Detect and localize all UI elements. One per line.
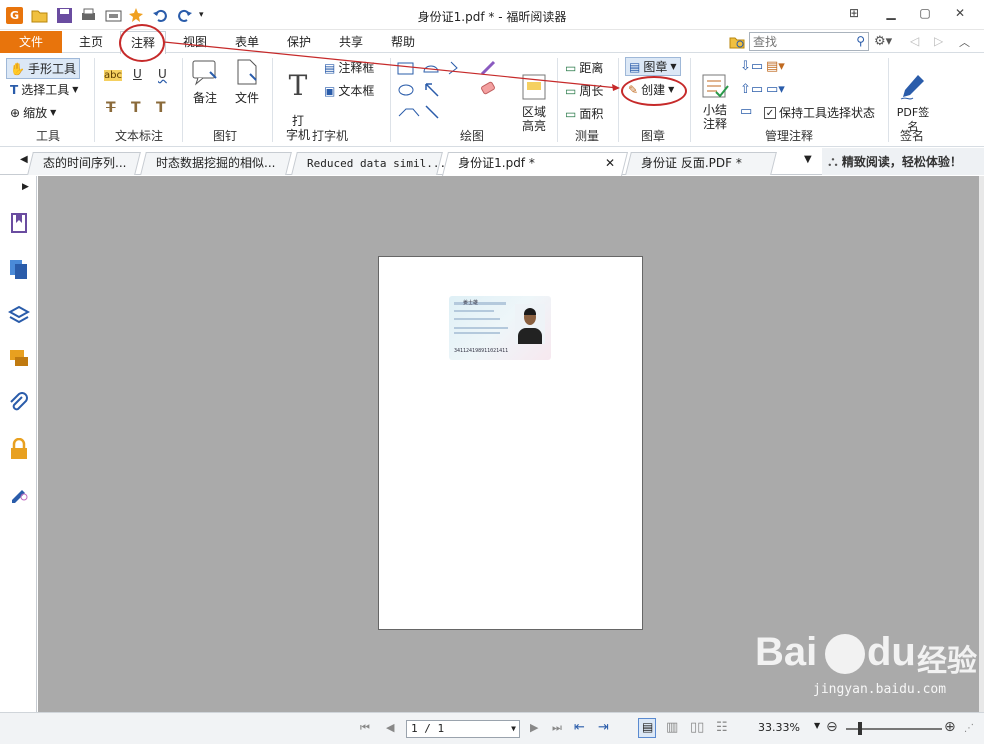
- page-number-field[interactable]: 1 / 1 ▼: [406, 720, 520, 738]
- watermark-jingyan: 经验: [917, 644, 977, 679]
- page-dropdown-icon[interactable]: ▼: [511, 721, 516, 737]
- next-page-icon[interactable]: ▶: [530, 721, 538, 734]
- single-page-view-button[interactable]: ▤: [638, 718, 656, 738]
- zoom-dropdown-icon[interactable]: ▼: [814, 721, 820, 730]
- watermark-bai: Bai: [755, 630, 818, 674]
- first-page-icon[interactable]: ⏮: [360, 721, 370, 735]
- continuous-facing-icon[interactable]: ☷: [716, 720, 728, 735]
- single-page-icon: ▤: [642, 720, 654, 734]
- prev-view-icon[interactable]: ⇤: [574, 720, 585, 735]
- last-page-icon[interactable]: ⏭: [552, 721, 562, 735]
- zoom-out-icon[interactable]: ⊖: [826, 719, 838, 735]
- zoom-in-icon[interactable]: ⊕: [944, 719, 956, 735]
- facing-view-icon[interactable]: ▯▯: [690, 720, 704, 735]
- annotation-arrow-line: [163, 41, 619, 89]
- resize-grip-icon[interactable]: ⋰: [964, 723, 974, 734]
- next-view-icon[interactable]: ⇥: [598, 720, 609, 735]
- zoom-level[interactable]: 33.33%: [758, 721, 800, 734]
- zoom-slider-thumb[interactable]: [858, 722, 862, 735]
- annotation-arrowhead: [612, 84, 620, 91]
- paw-logo-icon: [825, 634, 865, 674]
- watermark-du: du: [867, 630, 916, 674]
- watermark-url: jingyan.baidu.com: [813, 682, 947, 697]
- baidu-jingyan-watermark: Bai du 经验 jingyan.baidu.com: [755, 630, 984, 702]
- continuous-view-icon[interactable]: ▥: [666, 720, 678, 735]
- status-bar: ⏮ ◀ 1 / 1 ▼ ▶ ⏭ ⇤ ⇥ ▤ ▥ ▯▯ ☷ 33.33% ▼ ⊖ ⊕…: [0, 712, 984, 744]
- prev-page-icon[interactable]: ◀: [386, 721, 394, 734]
